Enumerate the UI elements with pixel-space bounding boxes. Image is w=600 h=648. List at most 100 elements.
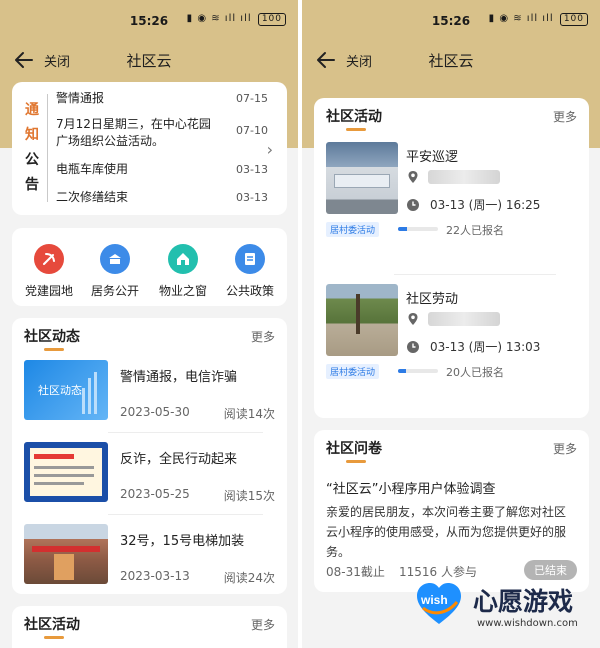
section-title: 社区动态 [24,329,80,345]
location-redacted [428,170,500,184]
grid-item-policy[interactable]: 公共政策 [217,244,283,299]
news-thumbnail [24,524,108,584]
signup-count: 20人已报名 [446,366,504,379]
grid-label: 物业之窗 [158,284,207,298]
progress-fill [398,227,407,231]
wish-logo-text: wish [420,593,448,607]
survey-card[interactable]: 社区问卷 更多 “社区云”小程序用户体验调查 亲爱的居民朋友，本次问卷主要了解您… [314,430,589,592]
more-link[interactable]: 更多 [251,616,275,633]
signup-count: 22人已报名 [446,224,504,237]
signup-progress [398,227,438,231]
survey-description: 亲爱的居民朋友，本次问卷主要了解您对社区云小程序的使用感受，从而为您提供更好的服… [326,505,567,559]
section-underline [346,460,366,463]
notice-label: 通 知 公 告 [24,98,40,198]
notice-item[interactable]: 电瓶车库使用 03-13 [56,156,268,184]
watermark-url: www.wishdown.com [477,618,578,629]
activity-title: 社区劳动 [406,292,459,307]
news-date: 2023-03-13 [120,569,190,583]
news-title: 反诈，全民行动起来 [120,452,238,467]
house-icon [168,244,198,274]
page-title: 社区云 [428,52,474,70]
news-thumbnail [24,442,108,502]
notice-item[interactable]: 7月12日星期三，在中心花园广场组织公益活动。 07-10 [56,110,268,156]
activity-location [406,170,500,184]
notice-item[interactable]: 二次修缮结束 03-13 [56,184,268,212]
activity-time: 03-13 (周一) 13:03 [430,340,541,354]
grid-item-affairs[interactable]: 居务公开 [82,244,148,299]
news-date: 2023-05-30 [120,405,190,419]
thumbnail-text: 社区动态 [38,384,82,397]
activity-title: 平安巡逻 [406,150,459,165]
news-title: 32号，15号电梯加装 [120,534,245,549]
activities-card: 社区活动 更多 平安巡逻 03-13 (周一) 16:25 居村委活动 22人已… [314,98,589,418]
section-title: 社区问卷 [326,441,382,457]
news-thumbnail: 社区动态 [24,360,108,420]
section-underline [44,348,64,351]
notice-date: 07-15 [236,92,268,105]
clock-icon [407,198,419,211]
more-link[interactable]: 更多 [553,440,577,457]
nav-bar: 关闭 社区云 [302,42,600,78]
watermark: wish 心愿游戏 www.wishdown.com [413,578,593,640]
notice-date: 07-10 [236,124,268,137]
grid-item-party[interactable]: 党建园地 [16,244,82,299]
battery-icon: 100 [257,13,286,26]
more-link[interactable]: 更多 [553,108,577,125]
location-pin-icon [408,171,418,183]
right-screen: 15:26 ▮ ◉ ≋ ıll ıll 100 关闭 社区云 社区活动 更多 平… [302,0,600,648]
watermark-brand: 心愿游戏 [473,587,574,616]
news-item[interactable]: 社区动态 警情通报，电信诈骗 2023-05-30 阅读14次 [24,360,275,434]
activity-item[interactable]: 平安巡逻 03-13 (周一) 16:25 居村委活动 22人已报名 [326,142,577,252]
notice-date: 03-13 [236,163,268,176]
notice-divider [47,94,48,202]
notice-item[interactable]: 警情通报 07-15 [56,86,268,110]
divider [394,274,556,275]
status-bar: 15:26 ▮ ◉ ≋ ıll ıll 100 [302,0,600,40]
wish-logo-icon: wish [417,583,461,624]
notice-char: 告 [25,177,39,193]
battery-icon: 100 [559,13,588,26]
document-icon [235,244,265,274]
signup-progress [398,369,438,373]
activity-thumbnail [326,142,398,214]
left-screen: 15:26 ▮ ◉ ≋ ıll ıll 100 关闭 社区云 通 知 公 告 警… [0,0,298,648]
grid-item-property[interactable]: 物业之窗 [150,244,216,299]
more-link[interactable]: 更多 [251,328,275,345]
news-date: 2023-05-25 [120,487,190,501]
section-title: 社区活动 [24,617,80,633]
notice-title: 7月12日星期三，在中心花园广场组织公益活动。 [56,117,211,148]
news-item[interactable]: 32号，15号电梯加装 2023-03-13 阅读24次 [24,524,275,598]
service-grid: 党建园地 居务公开 物业之窗 公共政策 [12,228,287,306]
news-card: 社区动态 更多 社区动态 警情通报，电信诈骗 2023-05-30 阅读14次 [12,318,287,594]
notice-date: 03-13 [236,191,268,204]
survey-status-badge: 已结束 [524,560,577,580]
section-title: 社区活动 [326,109,382,125]
news-title: 警情通报，电信诈骗 [120,370,238,385]
grid-label: 党建园地 [24,284,73,298]
notice-card[interactable]: 通 知 公 告 警情通报 07-15 7月12日星期三，在中心花园广场组织公益活… [12,82,287,215]
survey-deadline: 08-31截止 [326,565,385,579]
notice-title: 警情通报 [56,91,105,105]
activity-time-row: 03-13 (周一) 16:25 [406,196,540,213]
news-reads: 阅读24次 [223,571,275,585]
status-icons: ▮ ◉ ≋ ıll ıll 100 [187,13,286,26]
notice-char: 通 [25,102,39,118]
chevron-right-icon[interactable]: › [267,140,273,159]
grid-label: 公共政策 [225,284,274,298]
location-redacted [428,312,500,326]
activity-item[interactable]: 社区劳动 03-13 (周一) 13:03 居村委活动 20人已报名 [326,284,577,394]
news-item[interactable]: 反诈，全民行动起来 2023-05-25 阅读15次 [24,442,275,516]
location-pin-icon [408,313,418,325]
party-icon [34,244,64,274]
divider [108,432,263,433]
notice-title: 电瓶车库使用 [56,162,129,176]
news-reads: 阅读15次 [223,489,275,503]
activities-card: 社区活动 更多 [12,606,287,648]
progress-fill [398,369,406,373]
status-icons: ▮ ◉ ≋ ıll ıll 100 [489,13,588,26]
section-underline [44,636,64,639]
activity-location [406,312,500,326]
section-underline [346,128,366,131]
nav-bar: 关闭 社区云 [0,42,298,78]
divider [108,514,263,515]
